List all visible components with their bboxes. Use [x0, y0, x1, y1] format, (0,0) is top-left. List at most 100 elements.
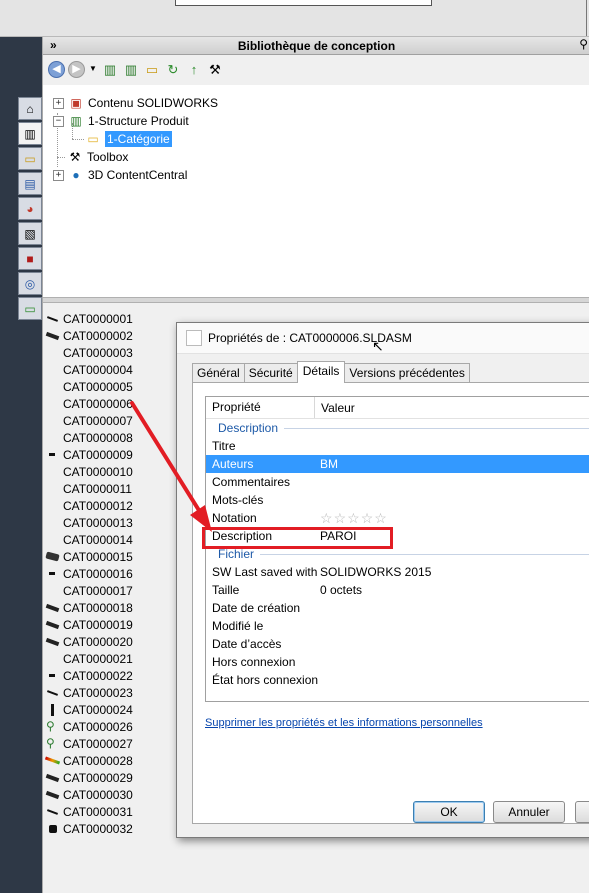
- solidworks-resources-icon[interactable]: ■: [18, 247, 42, 270]
- group-header-description: Description: [206, 419, 589, 437]
- tab-previous-versions[interactable]: Versions précédentes: [344, 363, 470, 382]
- add-library-icon[interactable]: ▥: [101, 60, 119, 78]
- table-row[interactable]: Modifié le: [206, 617, 589, 635]
- list-item[interactable]: CAT0000008: [43, 429, 183, 446]
- apply-button[interactable]: [575, 801, 589, 823]
- top-input-box[interactable]: [175, 0, 432, 6]
- dropdown-icon[interactable]: ▼: [88, 60, 98, 78]
- table-row[interactable]: SW Last saved with SOLIDWORKS 2015: [206, 563, 589, 581]
- back-icon[interactable]: ◀: [48, 60, 65, 78]
- forum-icon[interactable]: ◎: [18, 272, 42, 295]
- rating-stars[interactable]: ☆ ☆ ☆ ☆ ☆: [314, 511, 387, 525]
- list-item[interactable]: CAT0000014: [43, 531, 183, 548]
- toolbox-icon[interactable]: ⚒: [206, 60, 224, 78]
- table-row[interactable]: Date de création: [206, 599, 589, 617]
- part-thumbnail-icon: [45, 312, 61, 326]
- table-row[interactable]: Taille 0 octets: [206, 581, 589, 599]
- 3dcontentcentral-icon[interactable]: ▭: [18, 297, 42, 320]
- pin-icon[interactable]: ⚲: [579, 37, 588, 51]
- list-item[interactable]: CAT0000019: [43, 616, 183, 633]
- column-header-property[interactable]: Propriété: [206, 397, 315, 418]
- list-item[interactable]: CAT0000017: [43, 582, 183, 599]
- list-item[interactable]: CAT0000026: [43, 718, 183, 735]
- properties-dialog: Propriétés de : CAT0000006.SLDASM ↖ Géné…: [176, 322, 589, 838]
- star-icon[interactable]: ☆: [374, 511, 387, 525]
- expand-icon[interactable]: +: [53, 97, 64, 109]
- table-row[interactable]: Commentaires: [206, 473, 589, 491]
- part-thumbnail-icon: [45, 431, 61, 445]
- tree-item-structure-produit[interactable]: − ▥ 1-Structure Produit: [53, 112, 189, 130]
- list-item[interactable]: CAT0000024: [43, 701, 183, 718]
- list-item[interactable]: CAT0000009: [43, 446, 183, 463]
- list-item[interactable]: CAT0000006: [43, 395, 183, 412]
- star-icon[interactable]: ☆: [320, 511, 333, 525]
- add-file-location-icon[interactable]: ▥: [122, 60, 140, 78]
- list-item[interactable]: CAT0000027: [43, 735, 183, 752]
- table-row[interactable]: Date d’accès: [206, 635, 589, 653]
- dialog-title-bar[interactable]: Propriétés de : CAT0000006.SLDASM ↖: [177, 323, 589, 354]
- star-icon[interactable]: ☆: [347, 511, 360, 525]
- tab-details[interactable]: Détails: [296, 361, 346, 383]
- forward-icon[interactable]: ▶: [68, 60, 85, 78]
- part-thumbnail-icon: [45, 448, 61, 462]
- custom-properties-icon[interactable]: ▧: [18, 222, 42, 245]
- tree-item-contenu-solidworks[interactable]: + ▣ Contenu SOLIDWORKS: [53, 94, 218, 112]
- tab-general[interactable]: Général: [192, 363, 245, 382]
- table-row[interactable]: Auteurs BM: [206, 455, 589, 473]
- list-item[interactable]: CAT0000023: [43, 684, 183, 701]
- part-thumbnail-icon: [45, 635, 61, 649]
- list-item[interactable]: CAT0000010: [43, 463, 183, 480]
- tree-item-categorie[interactable]: ▭ 1-Catégorie: [85, 130, 172, 148]
- list-item[interactable]: CAT0000015: [43, 548, 183, 565]
- list-item[interactable]: CAT0000018: [43, 599, 183, 616]
- list-item[interactable]: CAT0000029: [43, 769, 183, 786]
- list-item[interactable]: CAT0000001: [43, 310, 183, 327]
- list-item[interactable]: CAT0000011: [43, 480, 183, 497]
- up-icon[interactable]: ↑: [185, 60, 203, 78]
- table-row[interactable]: Titre: [206, 437, 589, 455]
- list-item[interactable]: CAT0000013: [43, 514, 183, 531]
- cancel-button[interactable]: Annuler: [493, 801, 565, 823]
- list-item[interactable]: CAT0000016: [43, 565, 183, 582]
- list-item[interactable]: CAT0000004: [43, 361, 183, 378]
- part-thumbnail-icon: [45, 754, 61, 768]
- refresh-icon[interactable]: ↻: [164, 60, 182, 78]
- expand-icon[interactable]: +: [53, 169, 64, 181]
- design-library-icon[interactable]: ▥: [18, 122, 42, 145]
- details-tab-panel: Propriété Valeur Description Titre Auteu…: [192, 382, 589, 824]
- list-item[interactable]: CAT0000003: [43, 344, 183, 361]
- column-header-value[interactable]: Valeur: [315, 401, 355, 415]
- table-row[interactable]: Hors connexion: [206, 653, 589, 671]
- tree-item-3d-contentcentral[interactable]: + ● 3D ContentCentral: [53, 166, 187, 184]
- table-row[interactable]: Notation ☆ ☆ ☆ ☆ ☆: [206, 509, 589, 527]
- list-item[interactable]: CAT0000030: [43, 786, 183, 803]
- home-icon[interactable]: ⌂: [18, 97, 42, 120]
- list-item[interactable]: CAT0000005: [43, 378, 183, 395]
- list-item[interactable]: CAT0000028: [43, 752, 183, 769]
- star-icon[interactable]: ☆: [361, 511, 374, 525]
- list-item[interactable]: CAT0000020: [43, 633, 183, 650]
- file-explorer-icon[interactable]: ▭: [18, 147, 42, 170]
- new-folder-icon[interactable]: ▭: [143, 60, 161, 78]
- tree-item-toolbox[interactable]: ⚒ Toolbox: [67, 148, 129, 166]
- grid-header: Propriété Valeur: [206, 397, 589, 419]
- part-thumbnail-icon: [45, 499, 61, 513]
- part-thumbnail-icon: [45, 719, 61, 734]
- remove-properties-link[interactable]: Supprimer les propriétés et les informat…: [205, 717, 483, 729]
- star-icon[interactable]: ☆: [334, 511, 347, 525]
- list-item[interactable]: CAT0000002: [43, 327, 183, 344]
- ok-button[interactable]: OK: [413, 801, 485, 823]
- list-item[interactable]: CAT0000012: [43, 497, 183, 514]
- list-item[interactable]: CAT0000007: [43, 412, 183, 429]
- view-palette-icon[interactable]: ▤: [18, 172, 42, 195]
- list-item[interactable]: CAT0000021: [43, 650, 183, 667]
- table-row[interactable]: Mots-clés: [206, 491, 589, 509]
- list-item[interactable]: CAT0000032: [43, 820, 183, 837]
- list-item[interactable]: CAT0000022: [43, 667, 183, 684]
- collapse-node-icon[interactable]: −: [53, 115, 64, 127]
- table-row[interactable]: État hors connexion: [206, 671, 589, 689]
- appearances-icon[interactable]: ◕: [18, 197, 42, 220]
- list-item[interactable]: CAT0000031: [43, 803, 183, 820]
- tab-security[interactable]: Sécurité: [243, 363, 298, 382]
- pane-splitter[interactable]: [43, 297, 589, 303]
